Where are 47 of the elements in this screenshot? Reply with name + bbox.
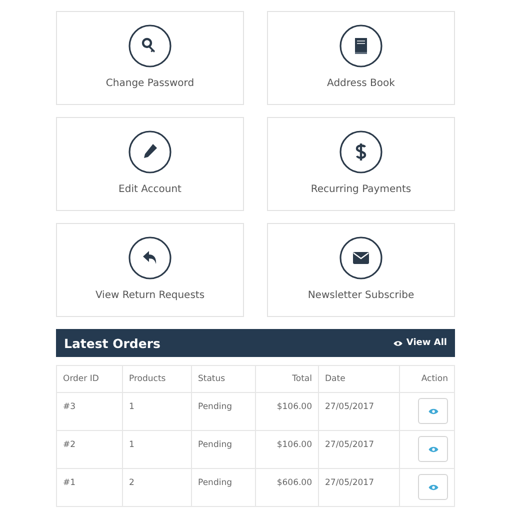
table-cell: 27/05/2017 — [318, 468, 400, 506]
tile-label: View Return Requests — [95, 290, 205, 301]
account-tile[interactable]: Address Book — [267, 11, 455, 105]
account-tile[interactable]: Recurring Payments — [267, 117, 455, 211]
table-cell: Pending — [192, 392, 256, 430]
tile-label: Change Password — [106, 78, 194, 89]
column-header: Status — [192, 366, 256, 392]
eye-icon — [428, 446, 438, 452]
table-cell: 1 — [122, 392, 192, 430]
view-button[interactable] — [418, 436, 448, 462]
account-tile[interactable]: Change Password — [56, 11, 244, 105]
tile-label: Address Book — [327, 78, 395, 89]
tile-label: Recurring Payments — [310, 184, 412, 195]
table-cell: #3 — [56, 392, 122, 430]
tile-label: Newsletter Subscribe — [308, 290, 414, 301]
table-cell: $106.00 — [256, 430, 318, 468]
envelope-icon — [339, 236, 383, 280]
eye-icon — [428, 484, 438, 490]
account-tile[interactable]: Edit Account — [56, 117, 244, 211]
account-tile[interactable]: Newsletter Subscribe — [267, 223, 455, 317]
table-cell: 27/05/2017 — [318, 392, 400, 430]
column-header: Products — [122, 366, 192, 392]
table-cell: #1 — [56, 468, 122, 506]
table-cell: $106.00 — [256, 392, 318, 430]
table-cell: $606.00 — [256, 468, 318, 506]
table-cell: 27/05/2017 — [318, 430, 400, 468]
account-tile[interactable]: View Return Requests — [56, 223, 244, 317]
table-cell: 2 — [122, 468, 192, 506]
dollar-icon — [339, 130, 383, 174]
view-button[interactable] — [418, 474, 448, 500]
key-icon — [128, 24, 172, 68]
table-cell: Pending — [192, 468, 256, 506]
column-header: Date — [318, 366, 400, 392]
table-cell: #2 — [56, 430, 122, 468]
view-button[interactable] — [418, 398, 448, 424]
table-cell: 1 — [122, 430, 192, 468]
table-cell: Pending — [192, 430, 256, 468]
column-header: Order ID — [56, 366, 122, 392]
view-all-link[interactable]: View All — [393, 338, 447, 348]
column-header: Total — [256, 366, 318, 392]
tile-label: Edit Account — [118, 184, 182, 195]
column-header: Action — [400, 366, 454, 392]
eye-icon — [393, 340, 404, 346]
eye-icon — [428, 408, 438, 414]
panel-title: Latest Orders — [64, 336, 160, 350]
book-icon — [339, 24, 383, 68]
pencil-icon — [128, 130, 172, 174]
